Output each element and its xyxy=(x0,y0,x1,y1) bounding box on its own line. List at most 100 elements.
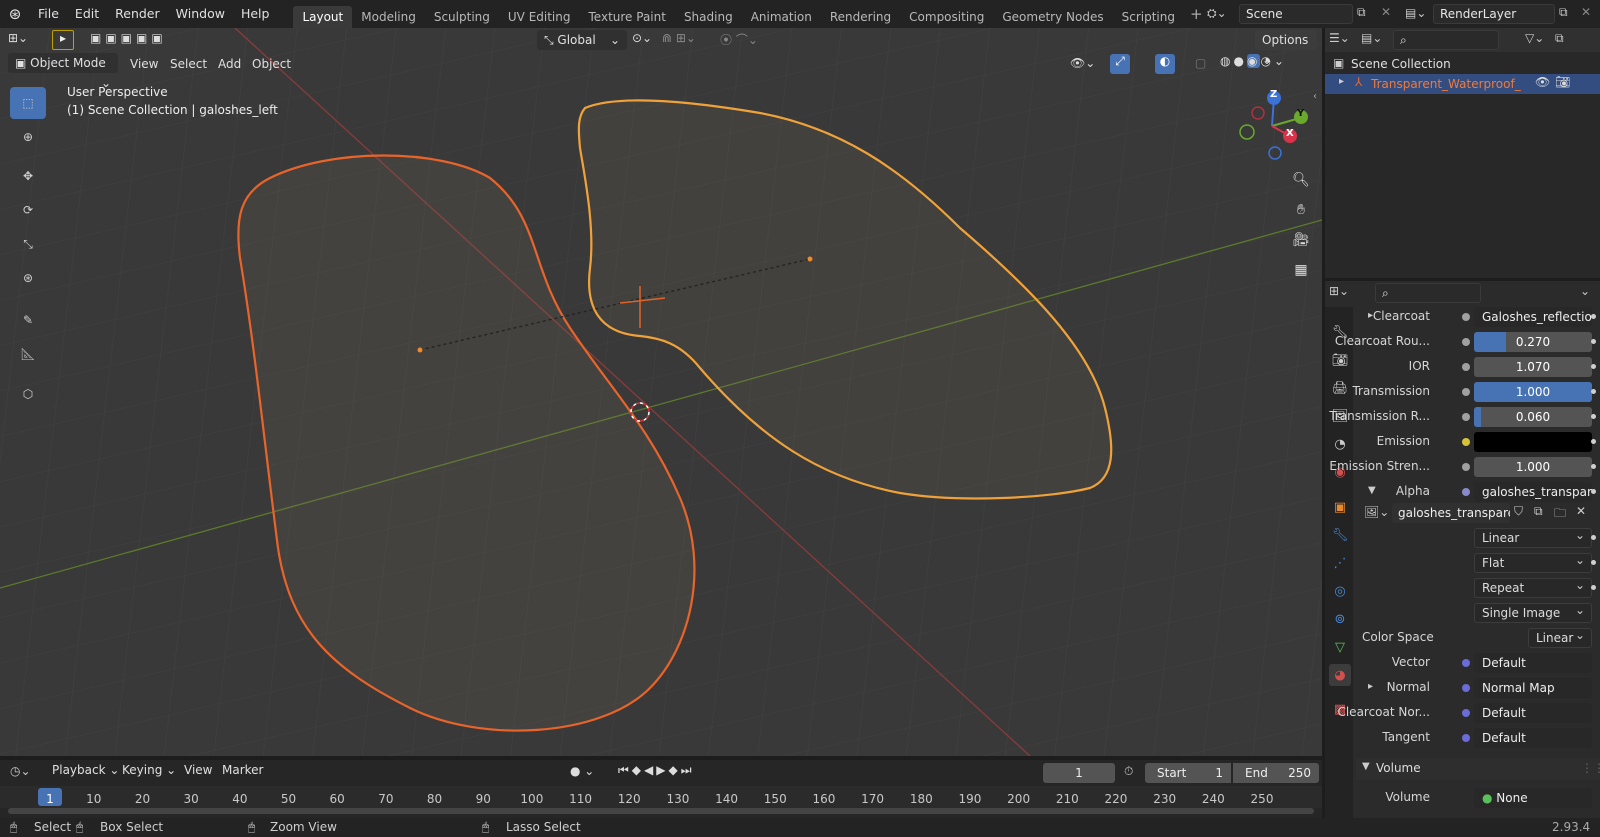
viewport-menu-add[interactable]: Add xyxy=(212,55,247,73)
keyframe-dot[interactable] xyxy=(1591,314,1596,319)
keyframe-dot[interactable] xyxy=(1591,560,1596,565)
tab-modeling[interactable]: Modeling xyxy=(352,6,425,28)
socket-dot-icon[interactable] xyxy=(1462,313,1470,321)
interpolation-dropdown[interactable]: Linear xyxy=(1474,526,1592,548)
pivot-point-icon[interactable]: ⊙⌄ xyxy=(632,31,652,45)
view-layer-field[interactable]: RenderLayer xyxy=(1433,4,1555,24)
linked-node-field[interactable]: Normal Map xyxy=(1474,678,1592,698)
start-frame-field[interactable]: Start 1 xyxy=(1145,763,1231,783)
new-collection-icon[interactable]: ⧉ xyxy=(1555,31,1564,46)
snap-icon[interactable]: ⋒ ⊞⌄ xyxy=(662,31,696,45)
property-number-field[interactable]: 1.000 xyxy=(1474,382,1592,402)
property-number-field[interactable]: 0.060 xyxy=(1474,407,1592,427)
keyframe-dot[interactable] xyxy=(1591,364,1596,369)
viewport-menu-view[interactable]: View xyxy=(124,55,164,73)
rotate-tool-icon[interactable]: ⟳ xyxy=(10,194,46,226)
linked-node-field[interactable]: Default xyxy=(1474,703,1592,723)
timeline-menu-playback[interactable]: Playback ⌄ xyxy=(46,761,125,779)
outliner-search-input[interactable]: ⌕ xyxy=(1393,30,1499,50)
options-chevron-icon[interactable]: ⌄ xyxy=(1580,284,1590,298)
transform-orientation-dropdown[interactable]: ⤡ Global ⌄ xyxy=(537,30,627,50)
copy-scene-icon[interactable]: ⧉ xyxy=(1357,5,1366,20)
close-scene-icon[interactable]: ✕ xyxy=(1381,5,1391,19)
output-tab-icon[interactable]: 🖨︎ xyxy=(1329,377,1351,399)
timeline-menu-marker[interactable]: Marker xyxy=(216,761,269,779)
socket-dot-icon[interactable] xyxy=(1462,684,1470,692)
extension-dropdown[interactable]: Repeat xyxy=(1474,576,1592,598)
image-browse-icon[interactable]: 🖼︎⌄ xyxy=(1364,505,1389,519)
camera-icon[interactable]: 📷︎ xyxy=(1555,75,1570,89)
viewport-menu-object[interactable]: Object xyxy=(246,55,297,73)
overlay-toggle-icon[interactable]: ◐ xyxy=(1155,54,1175,74)
close-view-layer-icon[interactable]: ✕ xyxy=(1581,5,1591,19)
menu-edit[interactable]: Edit xyxy=(67,0,107,28)
collapse-arrow-icon[interactable]: ▼ xyxy=(1368,485,1376,496)
socket-dot-icon[interactable] xyxy=(1462,488,1470,496)
image-name-field[interactable]: galoshes_transparen... xyxy=(1392,503,1510,523)
annotate-tool-icon[interactable]: ✎ xyxy=(10,304,46,336)
record-keyframe-icon[interactable]: ● ⌄ xyxy=(570,764,594,778)
socket-dot-icon[interactable] xyxy=(1462,363,1470,371)
property-number-field[interactable]: 1.000 xyxy=(1474,457,1592,477)
keyframe-dot[interactable] xyxy=(1591,339,1596,344)
3d-viewport[interactable]: User Perspective (1) Scene Collection | … xyxy=(0,28,1322,756)
add-workspace-icon[interactable]: + xyxy=(1190,5,1203,23)
socket-dot-icon[interactable] xyxy=(1462,659,1470,667)
socket-dot-icon[interactable] xyxy=(1462,438,1470,446)
color-space-dropdown[interactable]: Linear xyxy=(1528,626,1592,648)
outliner-editor-icon[interactable]: ☰⌄ xyxy=(1329,31,1350,45)
unlink-x-icon[interactable]: ✕ xyxy=(1576,504,1586,518)
constraints-tab-icon[interactable]: ⊚ xyxy=(1329,608,1351,630)
keyframe-dot[interactable] xyxy=(1591,439,1596,444)
scale-tool-icon[interactable]: ⤡ xyxy=(10,228,46,260)
cursor-tool-icon[interactable]: ⊕ xyxy=(10,121,46,153)
zoom-icon[interactable]: 🔍︎ xyxy=(1287,166,1315,194)
playback-controls-icons[interactable]: ⏮◆◀▶◆⏭ xyxy=(618,763,695,778)
tab-animation[interactable]: Animation xyxy=(742,6,821,28)
open-folder-icon[interactable]: 🗀 xyxy=(1554,504,1566,525)
camera-view-icon[interactable]: 🎥︎ xyxy=(1287,226,1315,254)
editor-type-icon[interactable]: ⊞⌄ xyxy=(8,31,28,45)
view-layer-selector[interactable]: ▤⌄ RenderLayer ⧉ ✕ xyxy=(1405,4,1595,24)
fake-user-shield-icon[interactable]: ⛉ xyxy=(1514,504,1523,519)
keyframe-dot[interactable] xyxy=(1591,414,1596,419)
menu-render[interactable]: Render xyxy=(107,0,168,28)
tab-uv-editing[interactable]: UV Editing xyxy=(499,6,580,28)
proportional-edit-icon[interactable]: ⦿ ⌒⌄ xyxy=(720,31,758,48)
perspective-toggle-icon[interactable]: ▦ xyxy=(1287,256,1315,284)
scene-name-field[interactable]: Scene xyxy=(1239,4,1353,24)
current-frame-field[interactable]: 1 xyxy=(1043,763,1115,783)
expand-arrow-icon[interactable]: ▸ xyxy=(1368,681,1373,692)
properties-search-input[interactable]: ⌕ xyxy=(1375,283,1481,303)
outliner-row-scene-collection[interactable]: ▣ Scene Collection xyxy=(1325,54,1600,74)
source-dropdown[interactable]: Single Image xyxy=(1474,601,1592,623)
shading-mode-icons[interactable]: ◍●◉◔⌄ xyxy=(1220,54,1287,68)
blender-logo-icon[interactable]: ⊛ xyxy=(0,5,30,23)
physics-tab-icon[interactable]: ◎ xyxy=(1329,580,1351,602)
socket-dot-icon[interactable] xyxy=(1462,413,1470,421)
sidebar-toggle-icon[interactable]: ‹ xyxy=(1313,91,1317,102)
scene-selector[interactable]: ⛭⌄ Scene ⧉ xyxy=(1207,4,1377,24)
visibility-icon[interactable]: 👁︎⌄ xyxy=(1070,56,1095,70)
new-image-icon[interactable]: ⧉ xyxy=(1534,504,1543,519)
timeline-editor-icon[interactable]: ◷⌄ xyxy=(10,764,31,778)
gizmo-toggle-icon[interactable]: ⤢ xyxy=(1110,54,1130,74)
modifier-tab-icon[interactable]: 🔧︎ xyxy=(1329,524,1351,546)
render-tab-icon[interactable]: 📷︎ xyxy=(1329,349,1351,371)
tab-shading[interactable]: Shading xyxy=(675,6,742,28)
xray-icon[interactable]: ▢ xyxy=(1195,56,1206,70)
socket-dot-icon[interactable] xyxy=(1462,388,1470,396)
timeline-menu-view[interactable]: View xyxy=(178,761,218,779)
tab-rendering[interactable]: Rendering xyxy=(821,6,900,28)
select-box-tool-icon[interactable]: ⬚ xyxy=(10,87,46,119)
tab-texture-paint[interactable]: Texture Paint xyxy=(580,6,675,28)
particles-tab-icon[interactable]: ⋰ xyxy=(1329,552,1351,574)
scene-tab-icon[interactable]: ◔ xyxy=(1329,433,1351,455)
linked-node-field[interactable]: galoshes_transpar... xyxy=(1474,482,1592,502)
transform-tool-icon[interactable]: ⊛ xyxy=(10,262,46,294)
viewport-menu-select[interactable]: Select xyxy=(164,55,213,73)
color-swatch[interactable] xyxy=(1474,432,1592,452)
move-tool-icon[interactable]: ✥ xyxy=(10,160,46,192)
socket-dot-icon[interactable] xyxy=(1462,709,1470,717)
keyframe-dot[interactable] xyxy=(1591,489,1596,494)
